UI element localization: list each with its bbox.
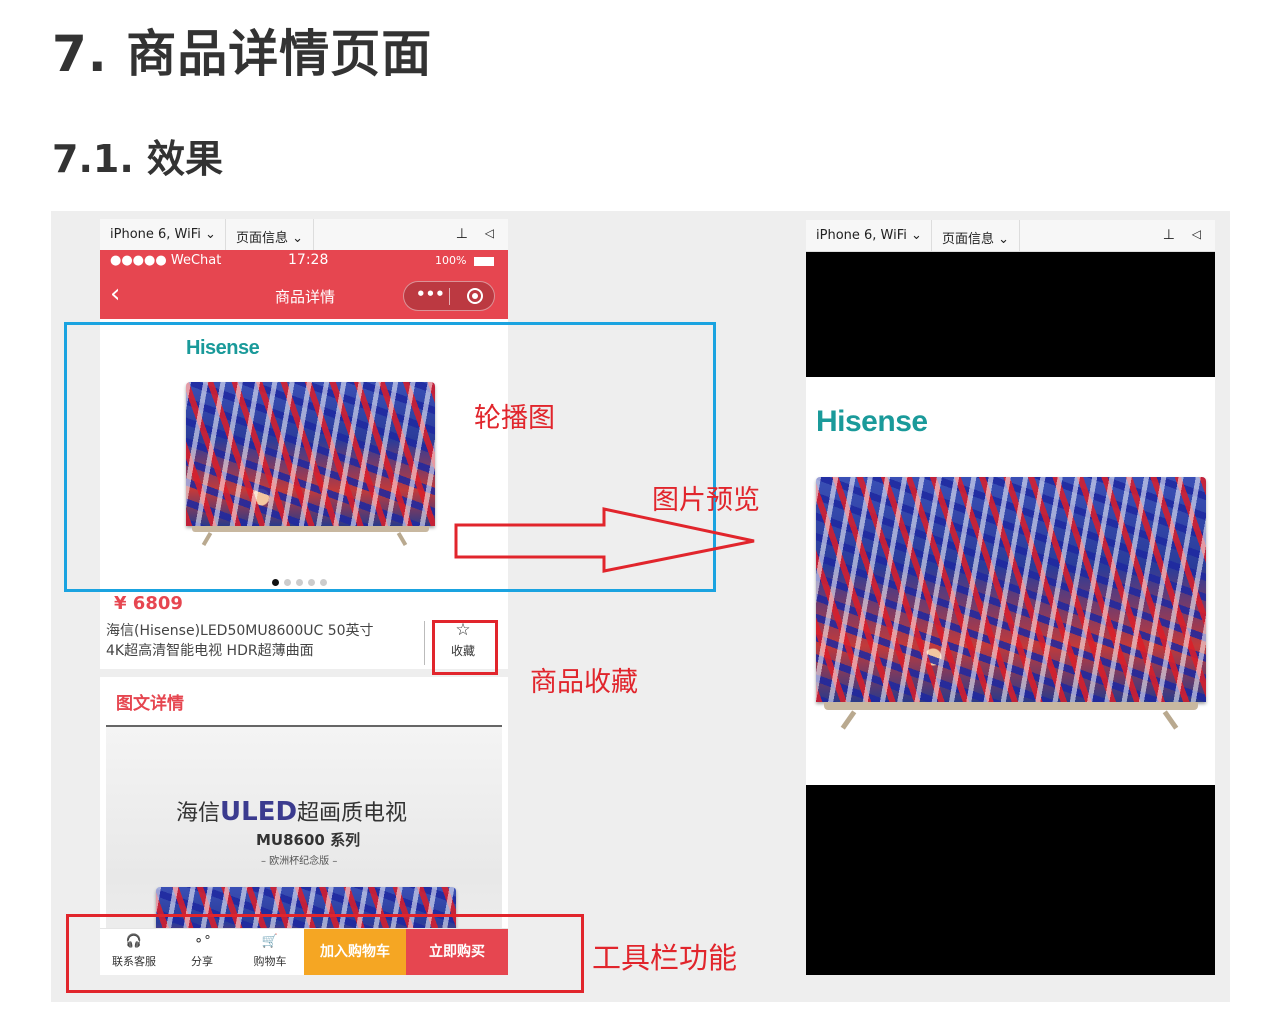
device-select-preview[interactable]: iPhone 6, WiFi ⌄ [816,228,922,243]
product-price: ¥ 6809 [114,593,183,614]
poster-edition: – 欧洲杯纪念版 – [261,856,338,867]
product-title-line1: 海信(Hisense)LED50MU8600UC 50英寸 [106,623,374,639]
annotation-toolbar: 工具栏功能 [592,941,738,975]
phone-simulator-preview: iPhone 6, WiFi ⌄ 页面信息 ⌄ ⊥ ◁ Hisense [806,220,1215,975]
details-heading: 图文详情 [116,694,184,714]
back-icon[interactable]: ‹ [110,280,120,308]
device-select[interactable]: iPhone 6, WiFi ⌄ [110,227,216,242]
simulator-toolbar-preview: iPhone 6, WiFi ⌄ 页面信息 ⌄ ⊥ ◁ [806,220,1215,252]
page-info-select-preview[interactable]: 页面信息 ⌄ [942,228,1009,247]
annotation-favorite: 商品收藏 [530,667,638,698]
poster-series: MU8600 系列 [256,831,361,849]
poster-title: 海信ULED超画质电视 [176,795,407,827]
page-info-label: 页面信息 [236,231,289,246]
page-heading: 7. 商品详情页面 [52,25,433,83]
annotation-carousel: 轮播图 [474,403,555,434]
status-time: 17:28 [288,252,329,268]
status-bar: ●●●●● WeChat 17:28 100% [100,250,508,272]
preview-image[interactable]: Hisense [806,377,1215,785]
nav-title: 商品详情 [275,288,336,306]
poster-title-brand: ULED [220,797,298,827]
device-label: iPhone 6, WiFi [110,227,201,242]
carrier-label: ●●●●● WeChat [110,253,222,268]
page-info-label-preview: 页面信息 [942,232,995,247]
page-info-select[interactable]: 页面信息 ⌄ [236,227,303,246]
battery-label: 100% [435,254,467,267]
close-target-icon[interactable] [467,288,483,304]
preview-brand-logo: Hisense [816,405,928,438]
product-title-line2: 4K超高清智能电视 HDR超薄曲面 [106,643,314,659]
favorite-highlight-box [432,620,498,675]
preview-tv-bezel [824,702,1198,710]
pin-icon[interactable]: ⊥ [1163,227,1175,243]
simulator-toolbar: iPhone 6, WiFi ⌄ 页面信息 ⌄ ⊥ ◁ [100,219,508,251]
nav-bar: ‹ 商品详情 ••• [100,272,508,319]
preview-stand-right [1162,710,1179,730]
battery-icon [474,257,494,266]
preview-tv-image [816,477,1206,702]
device-label-preview: iPhone 6, WiFi [816,228,907,243]
more-icon[interactable]: ••• [416,285,445,303]
speaker-icon[interactable]: ◁ [1192,227,1201,241]
arrow-icon [454,507,755,573]
mini-program-capsule: ••• [403,281,495,311]
pin-icon[interactable]: ⊥ [456,226,468,242]
preview-stand-left [840,710,857,730]
poster-title-suffix: 超画质电视 [297,801,408,826]
section-heading: 7.1. 效果 [52,137,223,181]
poster-title-prefix: 海信 [176,801,221,826]
product-title: 海信(Hisense)LED50MU8600UC 50英寸 4K超高清智能电视 … [106,621,418,661]
toolbar-highlight-box [66,914,584,993]
speaker-icon[interactable]: ◁ [485,226,494,240]
